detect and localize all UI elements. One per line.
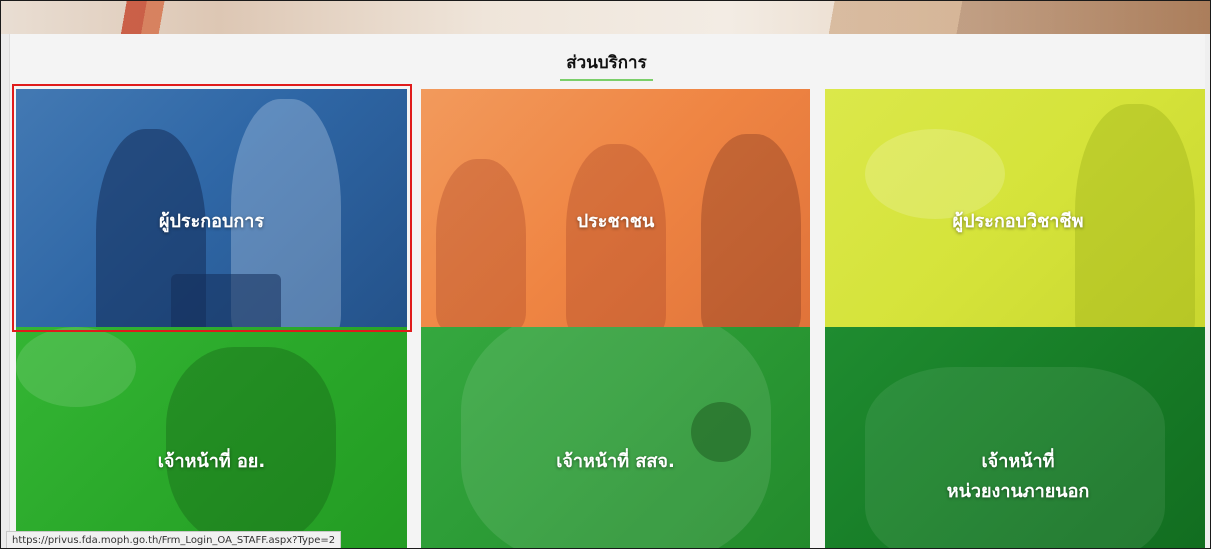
browser-viewport: ส่วนบริการ ผู้ประกอบการ ประชาชน ผู้ประกอ… — [0, 0, 1211, 549]
service-tile-public[interactable]: ประชาชน — [421, 89, 810, 327]
tile-photo-clipboard — [171, 274, 281, 327]
scrollbar[interactable] — [1205, 34, 1210, 548]
left-page-edge — [1, 34, 10, 548]
tile-photo-figure — [566, 144, 666, 327]
banner-decoration — [89, 1, 209, 34]
tile-label: ผู้ประกอบวิชาชีพ — [952, 211, 1084, 232]
tile-label-line1: เจ้าหน้าที่ — [981, 451, 1055, 472]
section-title: ส่วนบริการ — [560, 49, 653, 81]
tile-label: ประชาชน — [576, 211, 655, 232]
section-heading: ส่วนบริการ — [1, 49, 1210, 81]
tile-photo-background — [865, 129, 1005, 219]
status-bar-url: https://privus.fda.moph.go.th/Frm_Login_… — [6, 531, 342, 548]
tile-label: ผู้ประกอบการ — [158, 211, 265, 232]
tile-label: เจ้าหน้าที่ สสจ. — [556, 451, 675, 472]
service-tile-professional[interactable]: ผู้ประกอบวิชาชีพ — [825, 89, 1210, 327]
tile-label-line2: หน่วยงานภายนอก — [946, 481, 1090, 502]
banner-decoration-right — [792, 1, 1210, 34]
service-tile-provincial-staff[interactable]: เจ้าหน้าที่ สสจ. — [421, 327, 810, 548]
service-tile-fda-staff[interactable]: เจ้าหน้าที่ อย. — [16, 327, 407, 548]
service-tile-external-staff[interactable]: เจ้าหน้าที่ หน่วยงานภายนอก — [825, 327, 1210, 548]
header-banner-image — [1, 1, 1210, 34]
service-tile-operator[interactable]: ผู้ประกอบการ — [16, 89, 407, 327]
tile-photo-glove — [16, 327, 136, 407]
tile-photo-figure — [436, 159, 526, 327]
tile-photo-flask — [166, 347, 336, 547]
tile-label: เจ้าหน้าที่ อย. — [157, 451, 266, 472]
